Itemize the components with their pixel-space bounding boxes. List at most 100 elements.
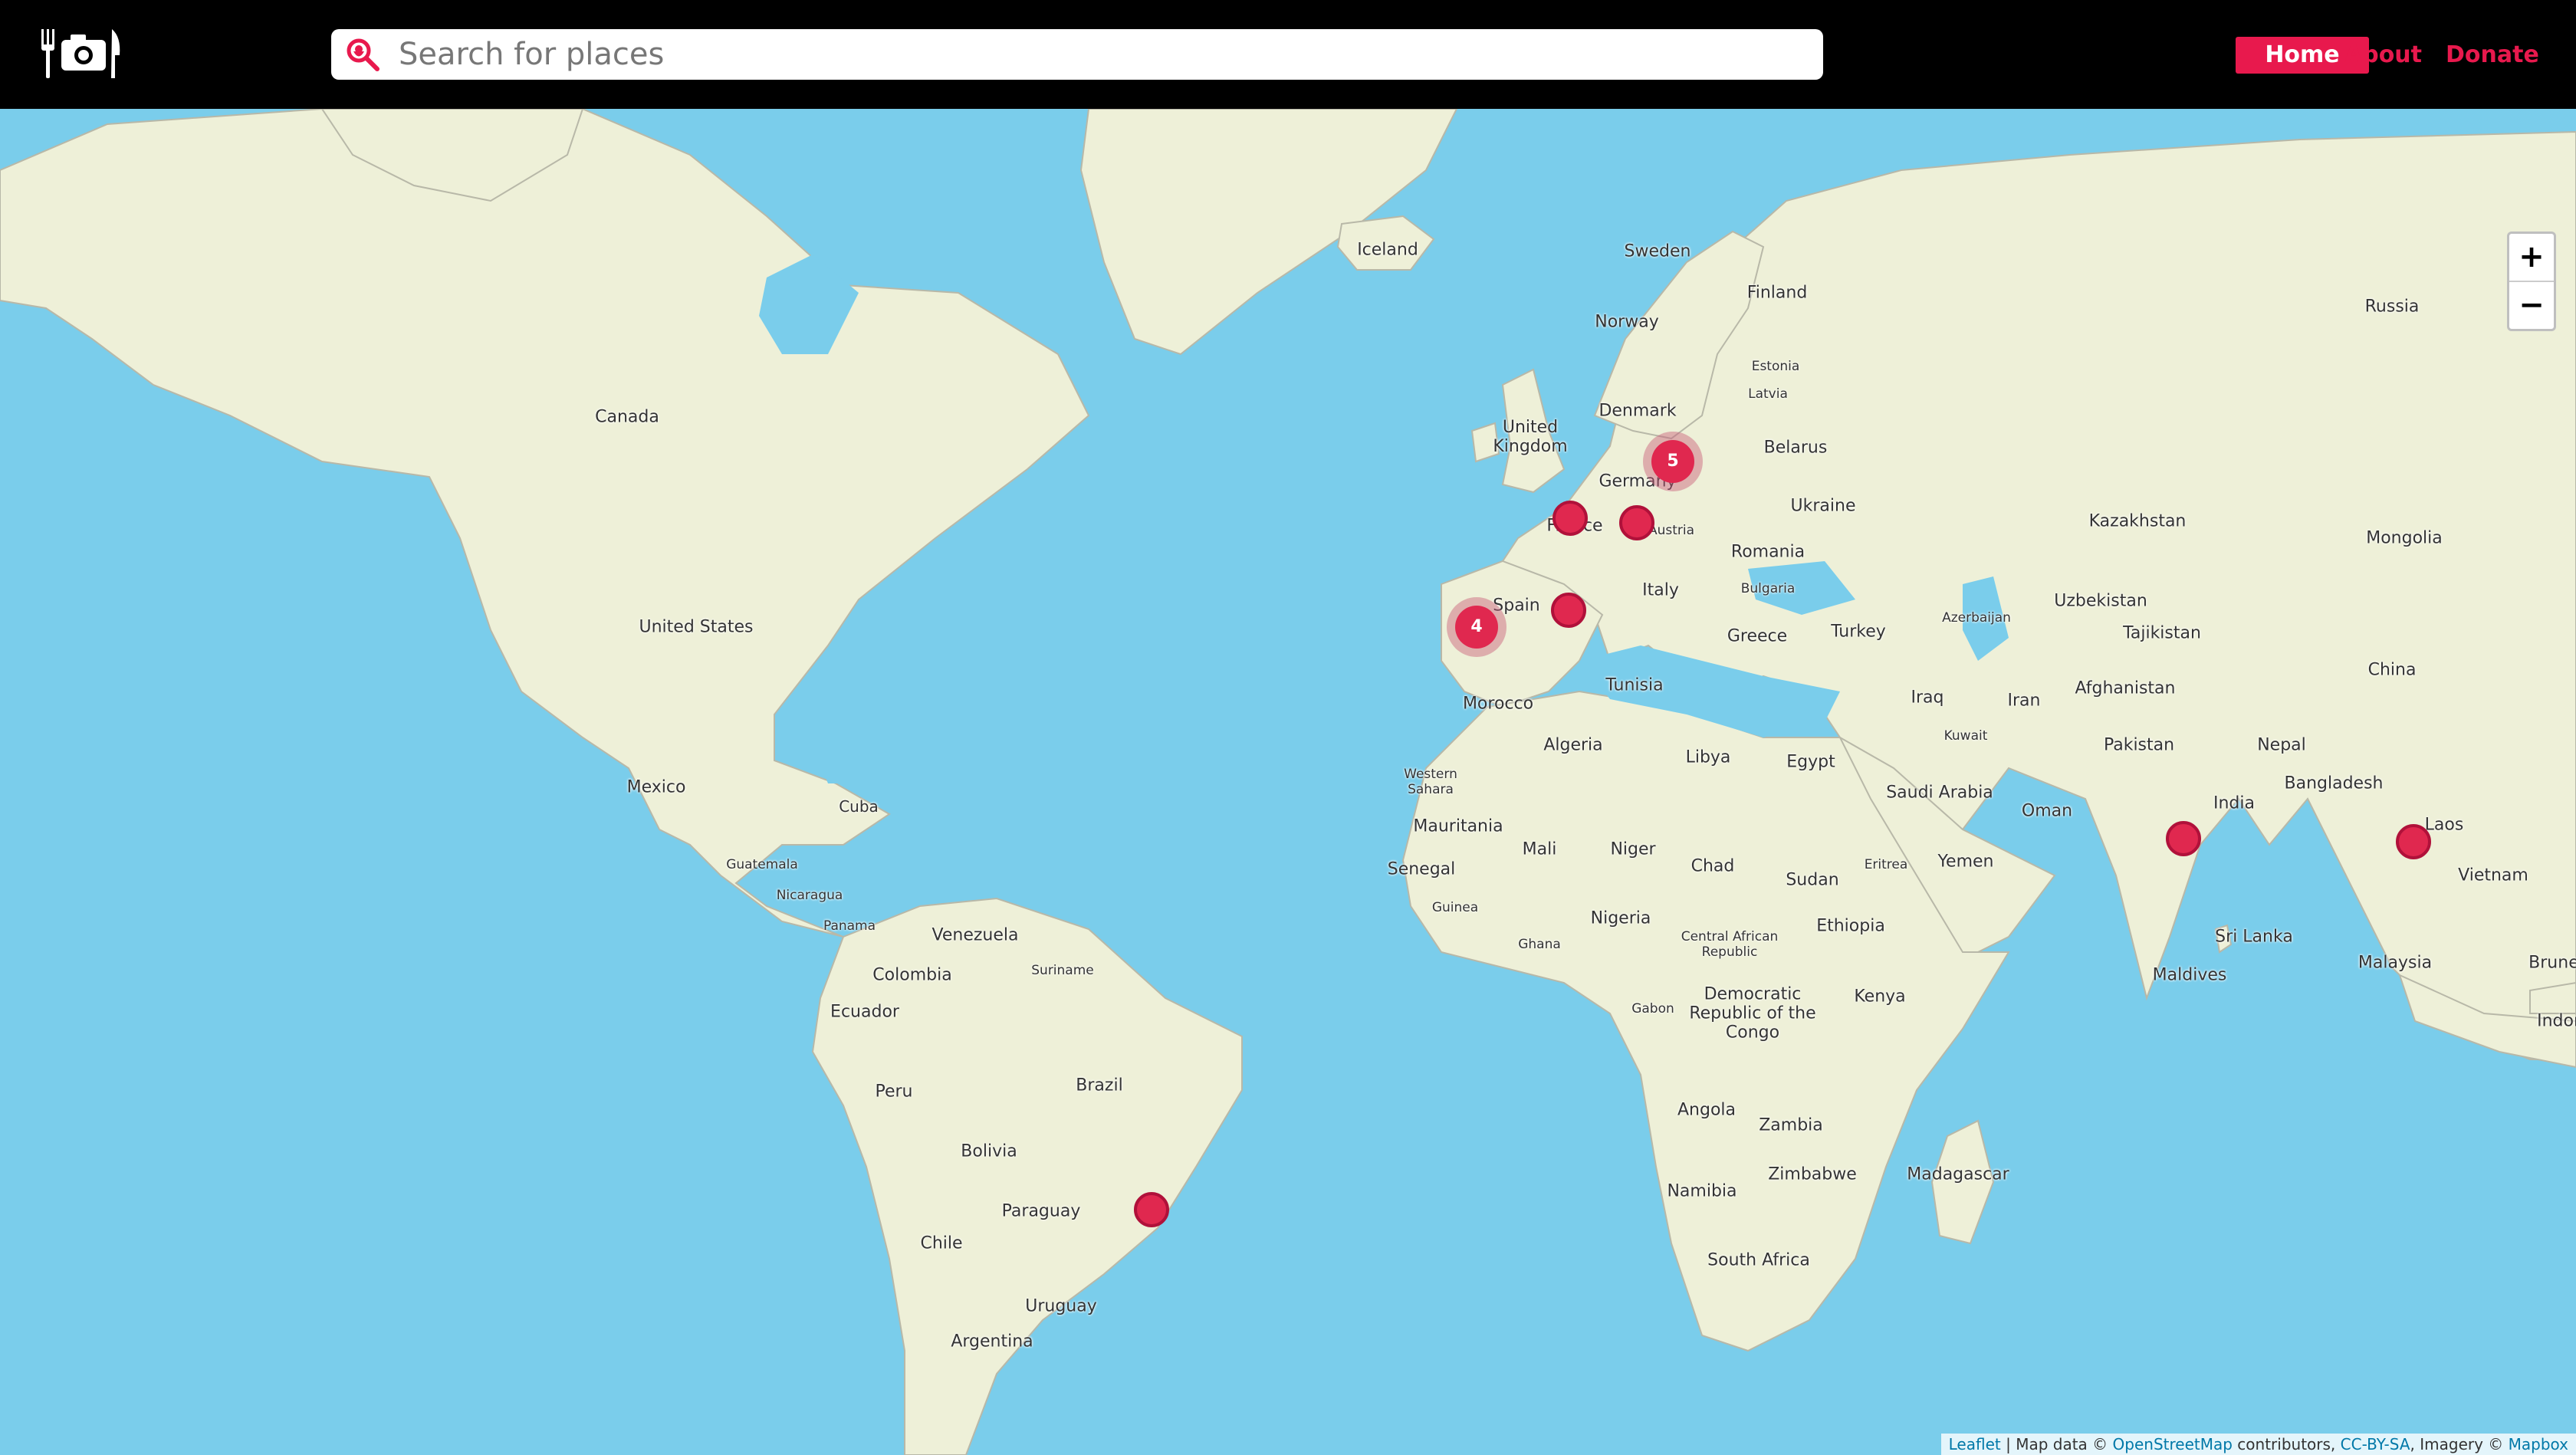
zoom-in-button[interactable]: +: [2509, 234, 2554, 282]
attribution-text: contributors,: [2232, 1435, 2341, 1453]
map-label-uzbekistan: Uzbekistan: [2054, 591, 2147, 611]
map-label-guinea: Guinea: [1431, 900, 1479, 915]
map-label-italy: Italy: [1642, 580, 1679, 600]
attribution-text: , Imagery ©: [2410, 1435, 2509, 1453]
map-label-brazil: Brazil: [1076, 1076, 1123, 1095]
nav-about-link[interactable]: About: [2344, 37, 2422, 74]
map-label-south-africa: South Africa: [1707, 1250, 1810, 1270]
place-marker[interactable]: [2396, 824, 2431, 859]
map-label-chad: Chad: [1691, 856, 1735, 876]
map-label-paraguay: Paraguay: [1001, 1201, 1081, 1221]
map-label-sri-lanka: Sri Lanka: [2215, 927, 2293, 947]
map-label-vietnam: Vietnam: [2458, 865, 2528, 885]
place-marker[interactable]: [1552, 501, 1588, 536]
map-label-namibia: Namibia: [1667, 1181, 1737, 1201]
map-label-russia: Russia: [2364, 297, 2420, 317]
map-tiles: [0, 109, 2576, 1455]
map-label-estonia: Estonia: [1751, 359, 1800, 374]
map-label-saudi-arabia: Saudi Arabia: [1886, 783, 1993, 803]
map-label-sudan: Sudan: [1786, 870, 1839, 890]
map-label-peru: Peru: [875, 1082, 913, 1102]
search-pin-icon: [347, 38, 380, 71]
map-label-bangladesh: Bangladesh: [2284, 773, 2384, 793]
mapbox-link[interactable]: Mapbox: [2509, 1435, 2568, 1453]
search-input[interactable]: [399, 29, 1794, 80]
map-label-guatemala: Guatemala: [726, 857, 798, 872]
marker-cluster[interactable]: 4: [1447, 597, 1506, 657]
marker-cluster[interactable]: 5: [1643, 432, 1703, 491]
zoom-control: + −: [2507, 232, 2556, 331]
map-label-ghana: Ghana: [1518, 937, 1561, 952]
map-label-canada: Canada: [595, 407, 659, 427]
place-marker[interactable]: [1551, 593, 1586, 628]
map-label-bolivia: Bolivia: [961, 1141, 1017, 1161]
map-label-angola: Angola: [1677, 1100, 1737, 1120]
map-label-maldives: Maldives: [2152, 965, 2227, 985]
map-label-denmark: Denmark: [1598, 401, 1677, 421]
map-label-tunisia: Tunisia: [1605, 675, 1664, 695]
map-label-laos: Laos: [2424, 815, 2464, 835]
map-label-senegal: Senegal: [1387, 859, 1456, 879]
map-label-united-kingdom: United Kingdom: [1493, 418, 1568, 456]
map-label-colombia: Colombia: [872, 965, 952, 985]
map-label-cuba: Cuba: [839, 797, 879, 816]
map-label-afghanistan: Afghanistan: [2075, 678, 2176, 698]
map-label-bulgaria: Bulgaria: [1740, 581, 1796, 596]
map-label-finland: Finland: [1746, 283, 1808, 303]
map-label-niger: Niger: [1610, 839, 1656, 859]
top-bar: Home About Donate: [0, 0, 2576, 109]
map-label-zimbabwe: Zimbabwe: [1768, 1164, 1857, 1184]
map-label-kenya: Kenya: [1854, 987, 1906, 1007]
map-label-venezuela: Venezuela: [932, 925, 1019, 945]
map-label-mongolia: Mongolia: [2366, 528, 2443, 548]
map-label-algeria: Algeria: [1543, 735, 1603, 755]
map-label-malaysia: Malaysia: [2358, 953, 2433, 973]
map-label-chile: Chile: [920, 1233, 963, 1253]
fork-camera-knife-icon[interactable]: [38, 28, 124, 80]
map-label-kuwait: Kuwait: [1944, 728, 1988, 744]
map-label-united-states: United States: [639, 617, 754, 637]
map-label-nicaragua: Nicaragua: [776, 888, 843, 903]
place-marker[interactable]: [1619, 505, 1654, 540]
map-label-indonesia: Indon: [2537, 1011, 2576, 1031]
map-label-central-african-republic: Central African Republic: [1681, 929, 1779, 960]
map-label-iceland: Iceland: [1357, 240, 1418, 260]
openstreetmap-link[interactable]: OpenStreetMap: [2113, 1435, 2233, 1453]
nav-donate-link[interactable]: Donate: [2446, 37, 2539, 74]
map-label-western-sahara: Western Sahara: [1404, 767, 1457, 797]
zoom-out-button[interactable]: −: [2509, 282, 2554, 329]
map-label-panama: Panama: [823, 918, 876, 934]
map-attribution: Leaflet | Map data © OpenStreetMap contr…: [1940, 1434, 2576, 1455]
map-label-libya: Libya: [1685, 747, 1731, 767]
place-marker[interactable]: [1134, 1192, 1169, 1227]
cluster-count: 5: [1651, 440, 1694, 483]
cluster-count: 4: [1455, 606, 1498, 649]
map-label-suriname: Suriname: [1031, 963, 1094, 978]
map-label-ethiopia: Ethiopia: [1816, 916, 1885, 936]
map-label-mali: Mali: [1522, 839, 1557, 859]
map-label-brunei: Brunei: [2528, 953, 2576, 973]
map-label-mauritania: Mauritania: [1413, 816, 1503, 836]
map-label-morocco: Morocco: [1462, 694, 1534, 714]
world-map[interactable]: Canada United States Mexico Cuba Guatema…: [0, 109, 2576, 1455]
attribution-text: | Map data ©: [2000, 1435, 2113, 1453]
map-label-democratic-republic-of-the-congo: Democratic Republic of the Congo: [1689, 984, 1816, 1043]
map-label-uruguay: Uruguay: [1025, 1296, 1097, 1316]
map-label-zambia: Zambia: [1759, 1115, 1823, 1135]
leaflet-link[interactable]: Leaflet: [1949, 1435, 2001, 1453]
map-label-china: China: [2367, 660, 2417, 680]
map-label-nigeria: Nigeria: [1590, 908, 1651, 928]
map-label-azerbaijan: Azerbaijan: [1942, 610, 2011, 626]
license-link[interactable]: CC-BY-SA: [2341, 1435, 2410, 1453]
map-label-eritrea: Eritrea: [1864, 857, 1908, 872]
map-label-ecuador: Ecuador: [830, 1002, 899, 1022]
map-label-india: India: [2213, 793, 2255, 813]
place-marker[interactable]: [2166, 821, 2201, 856]
map-label-oman: Oman: [2021, 801, 2073, 821]
map-label-ukraine: Ukraine: [1790, 496, 1856, 516]
map-label-yemen: Yemen: [1937, 852, 1994, 872]
search-bar: [331, 29, 1823, 80]
map-label-austria: Austria: [1648, 523, 1695, 538]
map-label-madagascar: Madagascar: [1907, 1164, 2009, 1184]
map-label-norway: Norway: [1595, 312, 1659, 332]
